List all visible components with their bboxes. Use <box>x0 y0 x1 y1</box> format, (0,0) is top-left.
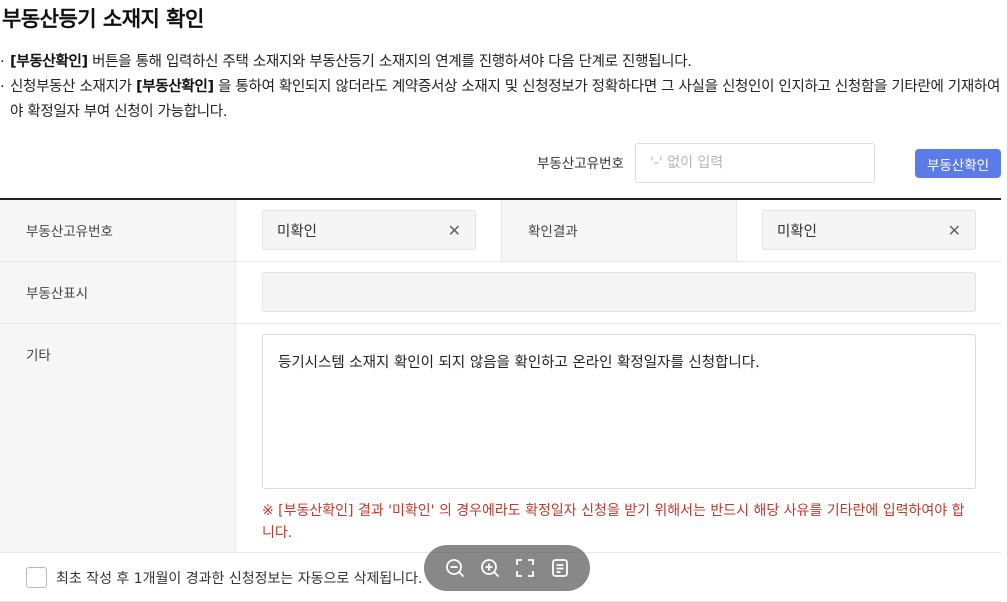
notice-text: 버튼을 통해 입력하신 주택 소재지와 부동산등기 소재지의 연계를 진행하셔야… <box>87 54 692 70</box>
close-icon[interactable]: ✕ <box>948 221 961 240</box>
zoom-in-icon[interactable] <box>478 556 502 580</box>
page-title: 부동산등기 소재지 확인 <box>2 7 204 31</box>
property-form: 부동산고유번호 미확인 ✕ 확인결과 미확인 ✕ 부동산표시 기타 등기시스템 … <box>0 198 1001 553</box>
property-display-field[interactable] <box>262 272 976 312</box>
notice-bold: [부동산확인] <box>10 54 88 70</box>
property-number-field[interactable]: 미확인 ✕ <box>262 210 476 250</box>
form-row-property-number: 부동산고유번호 미확인 ✕ 확인결과 미확인 ✕ <box>0 200 1001 262</box>
notice-list: [부동산확인] 버튼을 통해 입력하신 주택 소재지와 부동산등기 소재지의 연… <box>0 50 1000 125</box>
fullscreen-icon[interactable] <box>513 556 537 580</box>
auto-delete-label: 최초 작성 후 1개월이 경과한 신청정보는 자동으로 삭제됩니다. <box>56 571 423 587</box>
check-result-field[interactable]: 미확인 ✕ <box>762 210 976 250</box>
etc-label: 기타 <box>0 324 236 552</box>
auto-delete-checkbox[interactable] <box>26 567 47 588</box>
notice-item-1: [부동산확인] 버튼을 통해 입력하신 주택 소재지와 부동산등기 소재지의 연… <box>0 50 1000 75</box>
property-number-label: 부동산고유번호 <box>0 200 236 261</box>
property-number-search-label: 부동산고유번호 <box>537 156 624 172</box>
close-icon[interactable]: ✕ <box>448 221 461 240</box>
zoom-out-icon[interactable] <box>443 556 467 580</box>
notice-bold: [부동산확인] <box>135 79 214 95</box>
property-check-button[interactable]: 부동산확인 <box>915 149 1001 178</box>
etc-warning-text: ※ [부동산확인] 결과 '미확인' 의 경우에라도 확정일자 신청을 받기 위… <box>262 503 965 541</box>
property-number-input[interactable] <box>635 143 875 183</box>
etc-textarea[interactable]: 등기시스템 소재지 확인이 되지 않음을 확인하고 온라인 확정일자를 신청합니… <box>262 334 976 489</box>
document-icon[interactable] <box>548 556 572 580</box>
form-row-property-display: 부동산표시 <box>0 262 1001 324</box>
check-result-value: 미확인 <box>777 223 818 240</box>
property-number-value: 미확인 <box>277 223 318 240</box>
form-row-etc: 기타 등기시스템 소재지 확인이 되지 않음을 확인하고 온라인 확정일자를 신… <box>0 324 1001 553</box>
notice-text: 신청부동산 소재지가 <box>10 79 136 95</box>
viewer-toolbar <box>424 545 590 591</box>
check-result-label: 확인결과 <box>501 200 737 261</box>
property-display-label: 부동산표시 <box>0 262 236 323</box>
notice-item-2: 신청부동산 소재지가 [부동산확인] 을 통하여 확인되지 않더라도 계약증서상… <box>0 75 1000 125</box>
